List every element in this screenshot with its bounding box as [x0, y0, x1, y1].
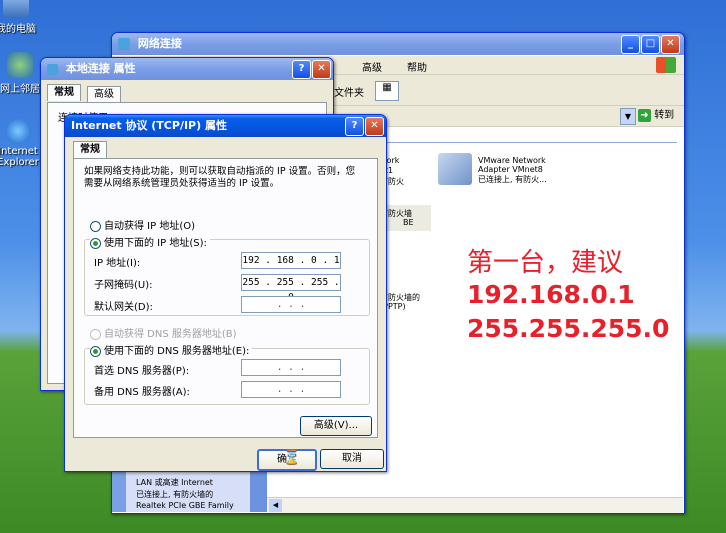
minimize-button[interactable]: _	[621, 35, 640, 54]
preferred-dns-field[interactable]: . . .	[241, 359, 341, 376]
go-label: 转到	[654, 110, 675, 121]
title-bar: Internet 协议 (TCP/IP) 属性 ? ✕	[65, 115, 386, 137]
network-icon	[118, 38, 130, 50]
adapter-status: 已连接上, 有防火...	[478, 175, 547, 184]
vmware-adapter[interactable]: VMware Network Adapter VMnet8 已连接上, 有防火.…	[435, 151, 575, 191]
computer-icon	[3, 0, 29, 18]
alternate-dns-label: 备用 DNS 服务器(A):	[94, 387, 190, 398]
radio-selected-icon	[90, 345, 101, 357]
annotation-line-2: 192.168.0.1	[467, 280, 635, 309]
auto-dns-radio[interactable]: 自动获得 DNS 服务器地址(B)	[90, 325, 237, 340]
tab-general[interactable]: 常规	[47, 84, 81, 101]
use-ip-radio[interactable]: 使用下面的 IP 地址(S):	[90, 234, 210, 249]
folders-button[interactable]: 文件夹	[334, 84, 364, 99]
close-button[interactable]: ✕	[661, 35, 680, 54]
windows-logo-icon	[656, 57, 676, 73]
auto-ip-label: 自动获得 IP 地址(O)	[104, 221, 196, 232]
window-title: 本地连接 属性	[65, 62, 136, 75]
close-button[interactable]: ✕	[365, 117, 384, 136]
tcpip-properties-dialog: Internet 协议 (TCP/IP) 属性 ? ✕ 常规 如果网络支持此功能…	[64, 114, 387, 472]
default-gateway-label: 默认网关(D):	[94, 302, 153, 313]
default-gateway-field[interactable]: . . .	[241, 296, 341, 313]
use-ip-label: 使用下面的 IP 地址(S):	[104, 238, 207, 249]
network-icon	[47, 63, 58, 75]
views-icon[interactable]: ▦	[375, 81, 399, 101]
tab-general[interactable]: 常规	[73, 141, 107, 158]
annotation-line-1: 第一台，建议	[467, 248, 624, 278]
advanced-button[interactable]: 高级(V)...	[300, 416, 372, 436]
horizontal-scrollbar[interactable]: ◀	[267, 497, 683, 513]
section-header-bar	[377, 128, 677, 143]
details-box: LAN 或高速 Internet 已连接上, 有防火墙的 Realtek PCI…	[126, 472, 250, 512]
network-connection-icon	[438, 153, 472, 185]
menu-help[interactable]: 帮助	[407, 59, 427, 74]
help-button[interactable]: ?	[345, 117, 364, 136]
annotation-line-3: 255.255.255.0	[467, 314, 670, 343]
help-button[interactable]: ?	[292, 60, 311, 79]
scroll-left-icon[interactable]: ◀	[269, 499, 282, 512]
mouse-cursor-icon: ⌛	[283, 450, 301, 466]
bottom-details-pane: LAN 或高速 Internet 已连接上, 有防火墙的 Realtek PCI…	[112, 468, 267, 512]
desktop-icon-label: 网上邻居	[0, 84, 40, 95]
auto-ip-radio[interactable]: 自动获得 IP 地址(O)	[90, 217, 195, 232]
desktop-icon-label: Internet Explorer	[0, 146, 39, 168]
details-device: Realtek PCIe GBE Family	[136, 501, 234, 510]
go-button[interactable]: ➜ 转到	[638, 108, 674, 123]
radio-icon	[90, 220, 101, 232]
radio-icon	[90, 328, 101, 340]
general-tab-panel: 如果网络支持此功能，则可以获取自动指派的 IP 设置。否则，您需要从网络系统管理…	[73, 158, 378, 438]
adapter-name: VMware Network	[478, 156, 546, 165]
use-dns-label: 使用下面的 DNS 服务器地址(E):	[104, 346, 250, 357]
subnet-mask-field[interactable]: 255 . 255 . 255 . 0	[241, 274, 341, 303]
use-dns-radio[interactable]: 使用下面的 DNS 服务器地址(E):	[90, 342, 253, 357]
auto-dns-label: 自动获得 DNS 服务器地址(B)	[104, 329, 237, 340]
dialog-title: Internet 协议 (TCP/IP) 属性	[71, 119, 227, 132]
internet-explorer-icon	[5, 118, 31, 144]
subnet-mask-label: 子网掩码(U):	[94, 280, 153, 291]
ip-address-field[interactable]: 192 . 168 . 0 . 1	[241, 252, 341, 269]
go-arrow-icon: ➜	[638, 109, 651, 122]
details-status: 已连接上, 有防火墙的	[136, 490, 214, 499]
address-dropdown-icon[interactable]: ▼	[620, 108, 636, 125]
desktop-icon-my-computer[interactable]: 我的电脑	[0, 0, 46, 35]
tab-advanced[interactable]: 高级	[87, 86, 121, 103]
alternate-dns-field[interactable]: . . .	[241, 381, 341, 398]
adapter-device-partial: BE	[403, 218, 414, 227]
window-title: 网络连接	[137, 37, 182, 50]
desktop-icon-label: 我的电脑	[0, 24, 36, 35]
adapter-device: Adapter VMnet8	[478, 165, 543, 174]
title-bar: 本地连接 属性 ? ✕	[41, 58, 333, 80]
radio-selected-icon	[90, 237, 101, 249]
description-text: 如果网络支持此功能，则可以获取自动指派的 IP 设置。否则，您需要从网络系统管理…	[84, 166, 356, 189]
close-button[interactable]: ✕	[312, 60, 331, 79]
cancel-button[interactable]: 取消	[320, 449, 384, 469]
details-type: LAN 或高速 Internet	[136, 478, 213, 487]
preferred-dns-label: 首选 DNS 服务器(P):	[94, 366, 190, 377]
menu-advanced[interactable]: 高级	[362, 59, 382, 74]
network-places-icon	[7, 52, 33, 78]
title-bar: 网络连接 _ □ ✕	[112, 33, 684, 55]
maximize-button[interactable]: □	[641, 35, 660, 54]
ip-address-label: IP 地址(I):	[94, 258, 141, 269]
